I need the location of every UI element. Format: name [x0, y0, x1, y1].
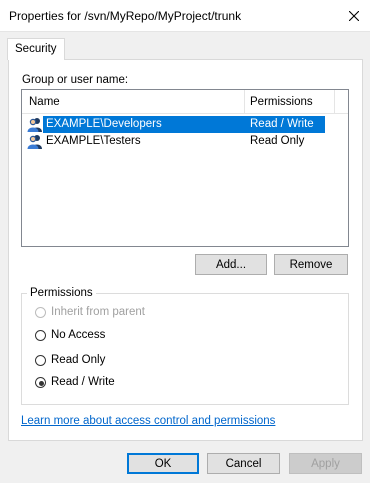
column-divider[interactable]: [334, 90, 335, 113]
radio-label: No Access: [51, 329, 106, 341]
radio-selected-dot: [39, 381, 44, 386]
permissions-legend: Permissions: [27, 287, 96, 299]
user-group-icon: [27, 135, 42, 149]
radio-label: Inherit from parent: [51, 306, 145, 318]
entry-name: EXAMPLE\Testers: [46, 135, 141, 147]
cancel-button[interactable]: Cancel: [207, 453, 280, 474]
radio-inherit-from-parent[interactable]: Inherit from parent: [33, 305, 163, 321]
apply-button[interactable]: Apply: [289, 453, 362, 474]
entry-name: EXAMPLE\Developers: [46, 118, 162, 130]
radio-label: Read Only: [51, 354, 106, 366]
close-button[interactable]: [338, 0, 370, 31]
radio-circle-icon: [35, 355, 46, 366]
close-icon: [349, 10, 359, 21]
remove-button[interactable]: Remove: [274, 254, 348, 275]
radio-read-only[interactable]: Read Only: [33, 353, 113, 369]
tab-security[interactable]: Security: [7, 38, 65, 60]
list-item[interactable]: EXAMPLE\Developers Read / Write: [24, 116, 325, 133]
column-divider[interactable]: [244, 90, 245, 113]
column-header-permissions[interactable]: Permissions: [250, 96, 313, 108]
learn-more-link[interactable]: Learn more about access control and perm…: [21, 415, 275, 427]
title-bar: Properties for /svn/MyRepo/MyProject/tru…: [0, 0, 370, 32]
radio-circle-icon: [35, 330, 46, 341]
user-list[interactable]: Name Permissions EXAMPLE\Developers Read…: [21, 89, 349, 247]
entry-permissions: Read Only: [250, 135, 305, 147]
column-header-name[interactable]: Name: [29, 96, 60, 108]
list-item[interactable]: EXAMPLE\Testers Read Only: [24, 133, 325, 150]
radio-no-access[interactable]: No Access: [33, 328, 113, 344]
radio-circle-icon: [35, 377, 46, 388]
radio-read-write[interactable]: Read / Write: [33, 375, 123, 391]
add-button[interactable]: Add...: [195, 254, 267, 275]
entry-permissions: Read / Write: [250, 118, 314, 130]
radio-label: Read / Write: [51, 376, 115, 388]
user-group-icon: [27, 118, 42, 132]
ok-button[interactable]: OK: [127, 453, 199, 474]
group-or-user-label: Group or user name:: [22, 74, 129, 86]
radio-circle-icon: [35, 307, 46, 318]
list-header: Name Permissions: [22, 90, 348, 114]
window-title: Properties for /svn/MyRepo/MyProject/tru…: [9, 9, 242, 23]
